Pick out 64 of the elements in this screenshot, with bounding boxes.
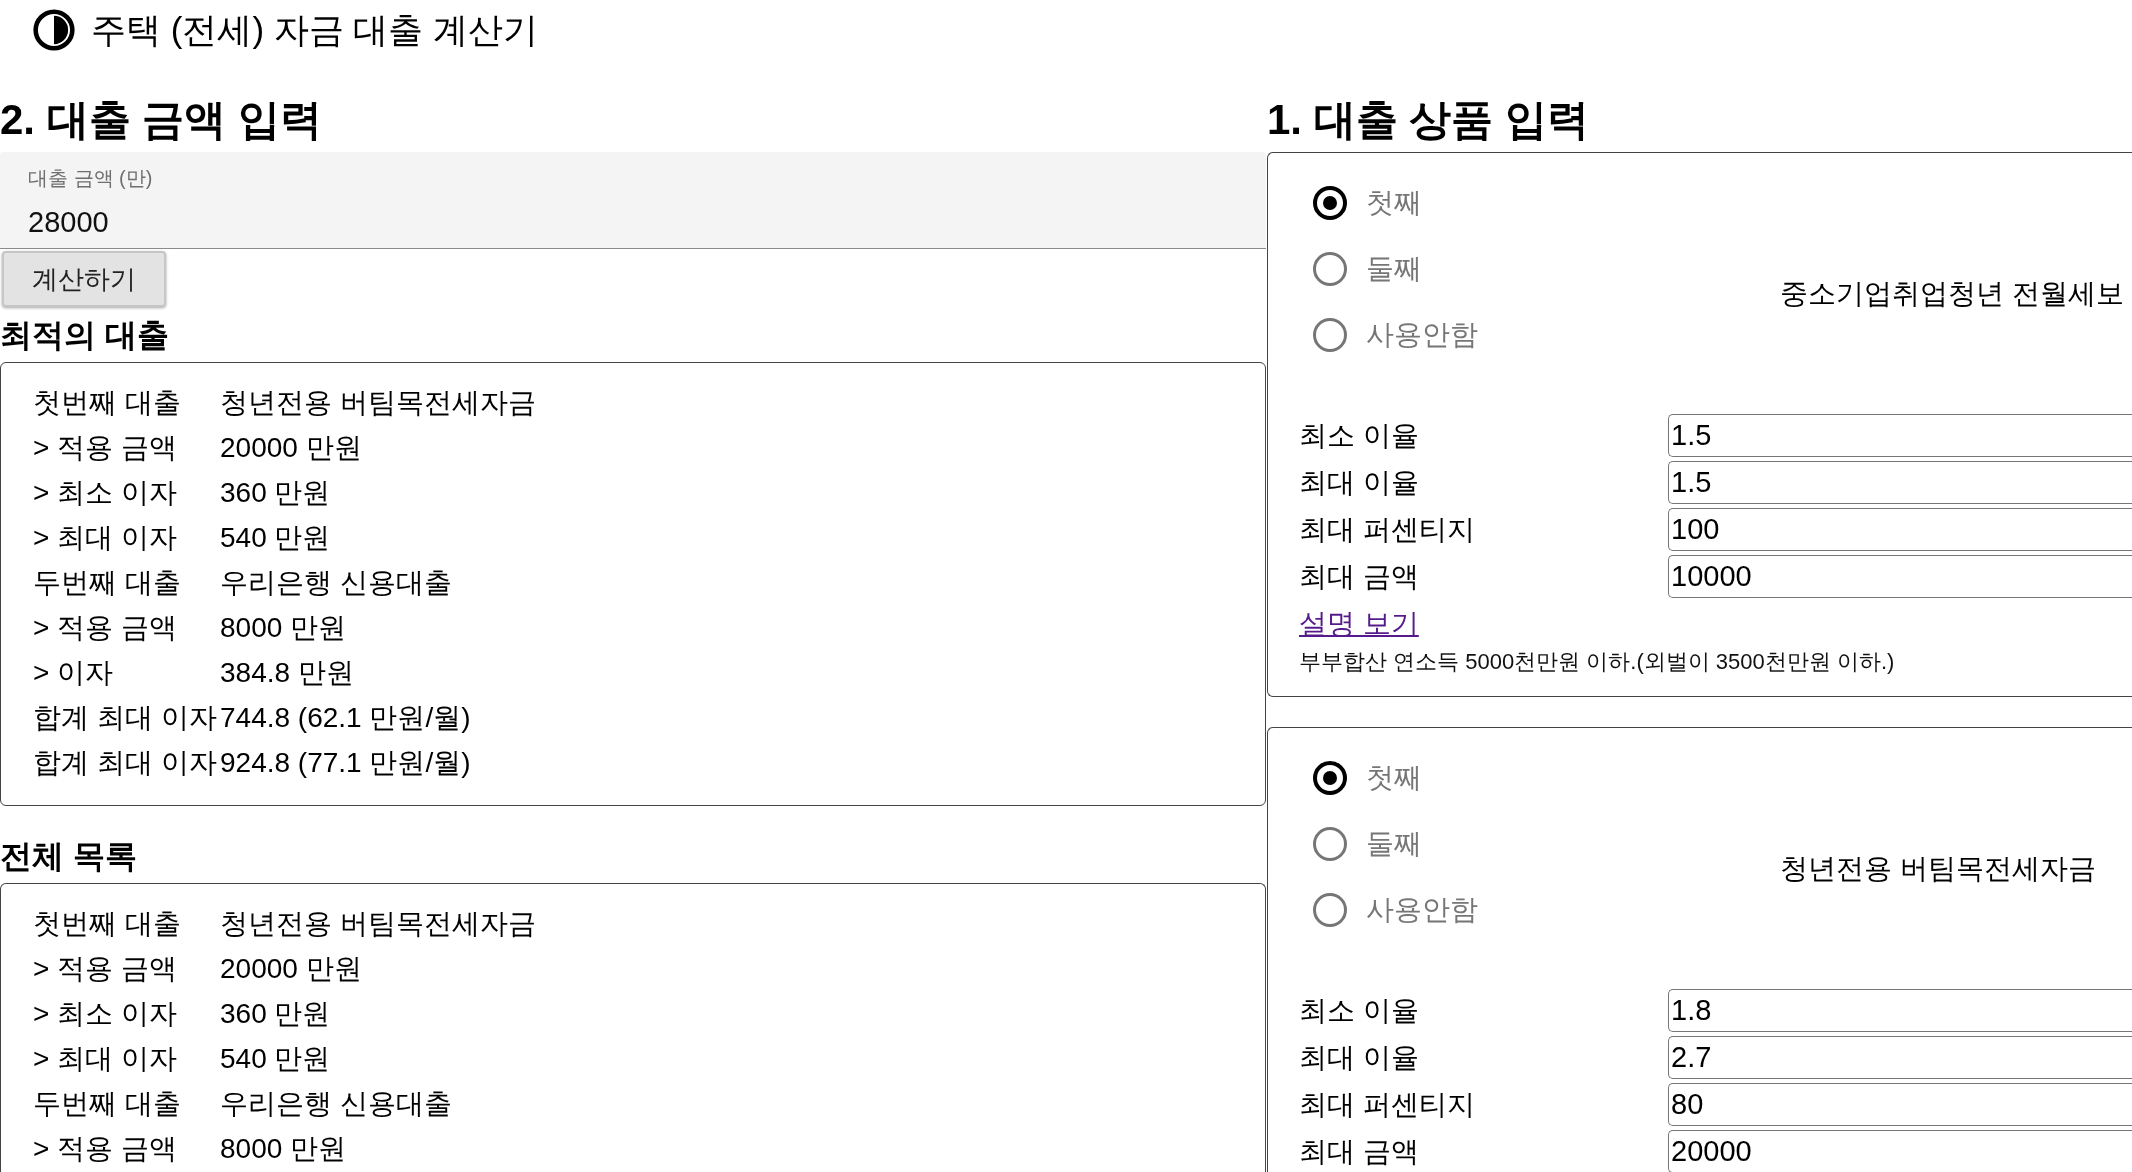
section-heading: 1. 대출 상품 입력 bbox=[1267, 96, 1590, 144]
radio-option[interactable]: 사용안함 bbox=[1313, 877, 1478, 943]
row-value: 8000 만원 bbox=[220, 610, 347, 645]
field-label: 최대 퍼센티지 bbox=[1299, 1087, 1475, 1122]
number-input[interactable]: 80 bbox=[1668, 1083, 2132, 1126]
field-label: 최대 이율 bbox=[1299, 465, 1419, 500]
radio-option[interactable]: 사용안함 bbox=[1313, 302, 1478, 368]
product-name: 청년전용 버팀목전세자금 bbox=[1780, 852, 2096, 886]
field-label: 최대 퍼센티지 bbox=[1299, 512, 1475, 547]
radio-option[interactable]: 둘째 bbox=[1313, 236, 1422, 302]
field-label: 최대 금액 bbox=[1299, 559, 1419, 594]
row-label: > 적용 금액 bbox=[33, 610, 177, 645]
row-label: 두번째 대출 bbox=[33, 565, 181, 600]
number-input[interactable]: 10000 bbox=[1668, 555, 2132, 598]
row-value: 우리은행 신용대출 bbox=[220, 565, 452, 600]
row-value: 924.8 (77.1 만원/월) bbox=[220, 745, 471, 780]
row-value: 20000 만원 bbox=[220, 430, 362, 465]
radio-option[interactable]: 첫째 bbox=[1313, 745, 1422, 811]
field-label: 최소 이율 bbox=[1299, 993, 1419, 1028]
details-link[interactable]: 설명 보기 bbox=[1299, 606, 1419, 642]
number-input[interactable]: 1.5 bbox=[1668, 461, 2132, 504]
number-input[interactable]: 100 bbox=[1668, 508, 2132, 551]
field-label: 최소 이율 bbox=[1299, 418, 1419, 453]
row-label: > 최소 이자 bbox=[33, 475, 177, 510]
field-label: 최대 이율 bbox=[1299, 1040, 1419, 1075]
row-label: 첫번째 대출 bbox=[33, 906, 181, 941]
number-input[interactable]: 2.7 bbox=[1668, 1036, 2132, 1079]
row-value: 744.8 (62.1 만원/월) bbox=[220, 700, 471, 735]
row-label: > 최소 이자 bbox=[33, 996, 177, 1031]
row-label: > 최대 이자 bbox=[33, 1041, 177, 1076]
row-label: 합계 최대 이자 bbox=[33, 745, 217, 780]
note-text: 부부합산 연소득 5000천만원 이하.(외벌이 3500천만원 이하.) bbox=[1299, 648, 1896, 676]
field-label: 최대 금액 bbox=[1299, 1134, 1419, 1169]
row-label: > 적용 금액 bbox=[33, 951, 177, 986]
number-input[interactable]: 1.5 bbox=[1668, 414, 2132, 457]
row-label: 첫번째 대출 bbox=[33, 385, 181, 420]
row-label: > 적용 금액 bbox=[33, 430, 177, 465]
row-value: 청년전용 버팀목전세자금 bbox=[220, 385, 536, 420]
row-value: 540 만원 bbox=[220, 520, 331, 555]
row-value: 우리은행 신용대출 bbox=[220, 1086, 452, 1121]
row-value: 384.8 만원 bbox=[220, 655, 354, 690]
row-value: 청년전용 버팀목전세자금 bbox=[220, 906, 536, 941]
row-value: 20000 만원 bbox=[220, 951, 362, 986]
section-heading: 2. 대출 금액 입력 bbox=[0, 96, 323, 144]
radio-option[interactable]: 둘째 bbox=[1313, 811, 1422, 877]
row-label: 두번째 대출 bbox=[33, 1086, 181, 1121]
row-label: > 최대 이자 bbox=[33, 520, 177, 555]
row-value: 360 만원 bbox=[220, 475, 331, 510]
row-value: 360 만원 bbox=[220, 996, 331, 1031]
contrast-icon bbox=[33, 9, 75, 51]
subsection-heading: 전체 목록 bbox=[0, 837, 137, 876]
number-input[interactable]: 1.8 bbox=[1668, 989, 2132, 1032]
calculate-button[interactable]: 계산하기 bbox=[2, 251, 166, 307]
radio-option[interactable]: 첫째 bbox=[1313, 170, 1422, 236]
subsection-heading: 최적의 대출 bbox=[0, 316, 169, 355]
field-label: 대출 금액 (만) bbox=[28, 166, 153, 190]
row-value: 8000 만원 bbox=[220, 1131, 347, 1166]
app-title: 주택 (전세) 자금 대출 계산기 bbox=[91, 9, 539, 51]
row-label: > 이자 bbox=[33, 655, 114, 690]
row-label: > 적용 금액 bbox=[33, 1131, 177, 1166]
row-label: 합계 최대 이자 bbox=[33, 700, 217, 735]
row-value: 540 만원 bbox=[220, 1041, 331, 1076]
number-input[interactable]: 20000 bbox=[1668, 1130, 2132, 1172]
product-name: 중소기업취업청년 전월세보 bbox=[1780, 277, 2124, 311]
